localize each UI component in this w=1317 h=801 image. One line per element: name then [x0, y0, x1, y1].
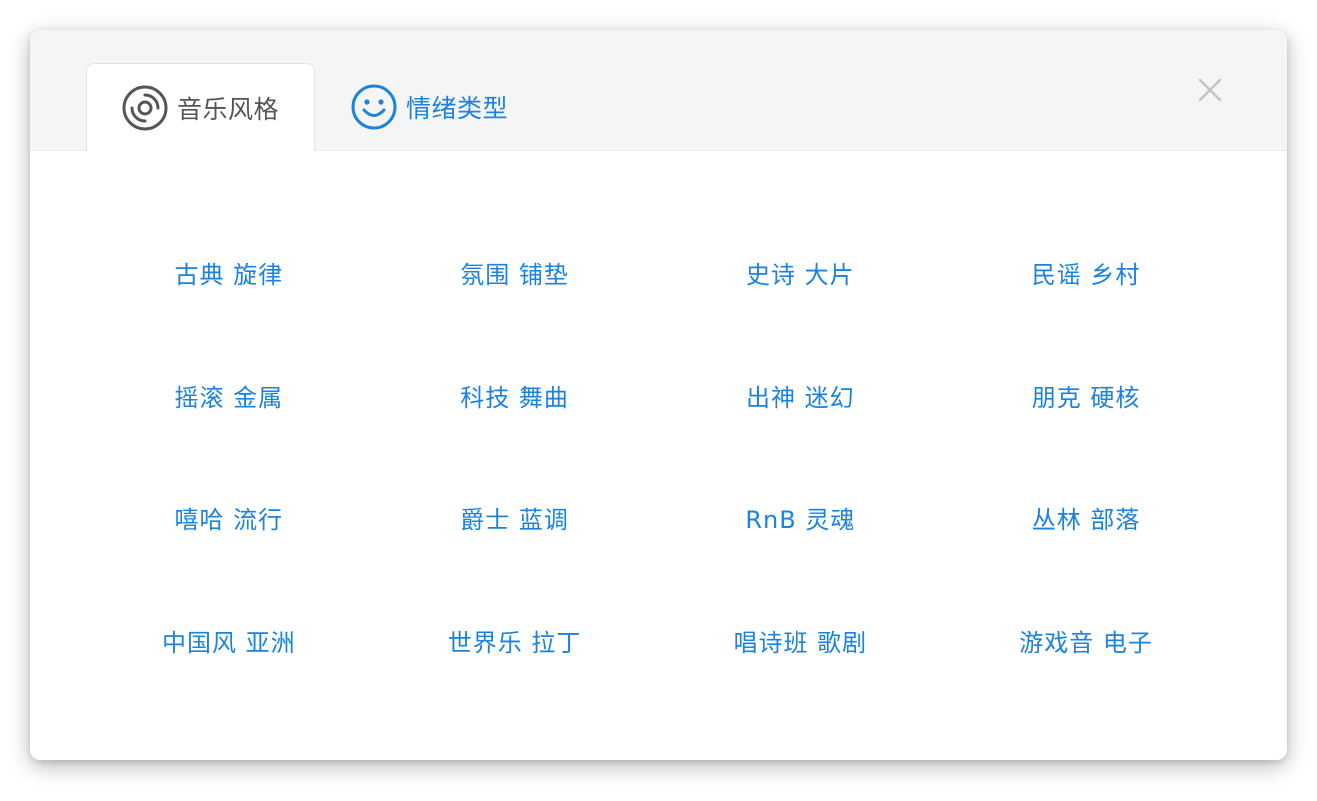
genre-option[interactable]: 摇滚 金属: [86, 334, 372, 457]
genre-option[interactable]: 古典 旋律: [86, 211, 372, 334]
genre-option[interactable]: 世界乐 拉丁: [372, 579, 658, 702]
tab-mood-type[interactable]: 情绪类型: [348, 63, 548, 151]
genre-option[interactable]: 出神 迷幻: [658, 334, 944, 457]
genre-option[interactable]: 史诗 大片: [658, 211, 944, 334]
genre-option[interactable]: 中国风 亚洲: [86, 579, 372, 702]
tab-mood-type-label: 情绪类型: [406, 94, 509, 123]
genre-picker-dialog: 音乐风格 情绪类型 古典 旋律 氛围 铺垫 史诗 大片 民谣 乡村 摇滚 金属 …: [30, 30, 1287, 760]
genre-option[interactable]: 嘻哈 流行: [86, 456, 372, 579]
genre-option[interactable]: 科技 舞曲: [372, 334, 658, 457]
tab-music-style[interactable]: 音乐风格: [86, 63, 315, 151]
genre-option[interactable]: 氛围 铺垫: [372, 211, 658, 334]
genre-option[interactable]: 民谣 乡村: [943, 211, 1229, 334]
genre-option[interactable]: 丛林 部落: [943, 456, 1229, 579]
genre-option[interactable]: 唱诗班 歌剧: [658, 579, 944, 702]
genre-grid: 古典 旋律 氛围 铺垫 史诗 大片 民谣 乡村 摇滚 金属 科技 舞曲 出神 迷…: [86, 211, 1229, 702]
genre-option[interactable]: 朋克 硬核: [943, 334, 1229, 457]
tab-music-style-label: 音乐风格: [177, 94, 280, 124]
tab-bar: 音乐风格 情绪类型: [30, 30, 1287, 151]
disc-icon: [121, 84, 169, 132]
close-icon: [1198, 78, 1222, 102]
genre-panel: 古典 旋律 氛围 铺垫 史诗 大片 民谣 乡村 摇滚 金属 科技 舞曲 出神 迷…: [30, 151, 1287, 760]
smiley-icon: [350, 83, 398, 131]
genre-option[interactable]: 爵士 蓝调: [372, 456, 658, 579]
close-button[interactable]: [1194, 74, 1226, 106]
genre-option[interactable]: 游戏音 电子: [943, 579, 1229, 702]
genre-option[interactable]: RnB 灵魂: [658, 456, 944, 579]
